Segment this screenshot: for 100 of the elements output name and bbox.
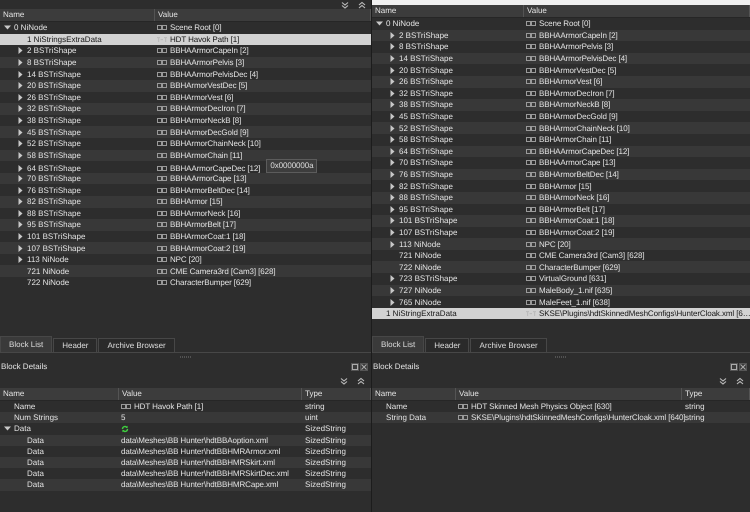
tree-row[interactable]: 70 BSTriShape BBHAArmorCape [13] [0,172,371,184]
tree-row[interactable]: 88 BSTriShape BBHArmorNeck [16] [372,192,750,204]
collapsed-arrow-icon[interactable] [389,217,396,224]
tab[interactable]: Header [53,338,98,352]
collapsed-arrow-icon[interactable] [389,66,396,74]
tree-row[interactable]: 8 BSTriShape BBHAArmorPelvis [3] [0,56,371,68]
collapsed-arrow-icon[interactable] [17,232,24,240]
tree-row[interactable]: 52 BSTriShape BBHArmorChainNeck [10] [0,138,371,150]
collapsed-arrow-icon[interactable] [389,136,396,144]
expand-all-icon[interactable] [719,376,727,384]
tree-row[interactable]: 727 NiNode MaleBody_1.nif [635] [372,284,750,296]
tree-row[interactable]: 26 BSTriShape BBHArmorVest [6] [0,92,371,104]
tree-row[interactable]: 101 BSTriShape BBHArmorCoat:1 [18] [372,215,750,227]
tree-row[interactable]: 45 BSTriShape BBHArmorDecGold [9] [0,126,371,138]
collapsed-arrow-icon[interactable] [389,194,396,202]
collapsed-arrow-icon[interactable] [389,43,396,50]
tree-row[interactable]: 20 BSTriShape BBHArmorVestDec [5] [372,64,750,76]
collapsed-arrow-icon[interactable] [17,244,24,252]
collapsed-arrow-icon[interactable] [17,128,24,136]
collapsed-arrow-icon[interactable] [389,171,396,178]
tree-row[interactable]: 722 NiNode CharacterBumper [629] [0,277,371,289]
tab[interactable]: Header [425,338,470,352]
tree-row[interactable]: 82 BSTriShape BBHArmor [15] [372,180,750,192]
collapsed-arrow-icon[interactable] [17,82,24,90]
tree-row[interactable]: 14 BSTriShape BBHAArmorPelvisDec [4] [372,52,750,64]
float-button[interactable] [351,362,359,370]
collapsed-arrow-icon[interactable] [17,221,24,228]
tree-row[interactable]: 64 BSTriShape BBHAArmorCapeDec [12] [372,146,750,158]
tree-row[interactable]: 38 BSTriShape BBHArmorNeckB [8] [372,99,750,111]
tree-row[interactable]: 76 BSTriShape BBHArmorBeltDec [14] [372,168,750,180]
tree-row[interactable]: String Data SKSE\Plugins\hdtSkinnedMeshConfigs\HunterCloak.xml [640]string [372,412,750,424]
column-header[interactable]: Name [372,388,456,400]
splitter-handle-icon[interactable] [178,356,192,358]
tree-row[interactable]: 722 NiNode CharacterBumper [629] [372,261,750,274]
tree-row[interactable]: 0 NiNode Scene Root [0] [372,18,750,30]
tree-row[interactable]: 52 BSTriShape BBHArmorChainNeck [10] [372,122,750,134]
collapsed-arrow-icon[interactable] [389,90,396,97]
collapsed-arrow-icon[interactable] [17,152,24,159]
tree-row[interactable]: 723 BSTriShape VirtualGround [631] [372,273,750,285]
collapsed-arrow-icon[interactable] [17,175,24,182]
tab[interactable]: Block List [0,336,52,352]
tree-row[interactable]: Data data\Meshes\BB Hunter\hdtBBHMRSkirt.xml SizedString [0,456,371,468]
tree-row[interactable]: Data data\Meshes\BB Hunter\hdtBBAoption.xml SizedString [0,434,371,446]
column-header[interactable]: Value [456,388,682,400]
tree-row[interactable]: 107 BSTriShape BBHArmorCoat:2 [19] [372,226,750,238]
collapse-all-icon[interactable] [357,376,365,384]
collapsed-arrow-icon[interactable] [389,206,396,213]
float-button[interactable] [730,362,738,370]
tree-row[interactable]: Name HDT Skinned Mesh Physics Object [630] string [372,401,750,412]
tree-row[interactable]: 2 BSTriShape BBHAArmorCapeIn [2] [0,45,371,57]
expanded-arrow-icon[interactable] [4,24,11,32]
collapsed-arrow-icon[interactable] [389,148,396,155]
tree-row[interactable]: 2 BSTriShape BBHAArmorCapeIn [2] [372,30,750,42]
tree-row[interactable]: 8 BSTriShape BBHAArmorPelvis [3] [372,41,750,53]
collapsed-arrow-icon[interactable] [17,105,24,112]
tree-row[interactable]: Num Strings 5 uint [0,412,371,424]
tree-row[interactable]: 721 NiNode CME Camera3rd [Cam3] [628] [372,250,750,262]
collapsed-arrow-icon[interactable] [389,124,396,132]
tab[interactable]: Archive Browser [98,338,175,352]
tree-row[interactable]: 1 NiStringExtraData SKSE\Plugins\hdtSkinnedMeshConfigs\HunterCloak.xml [6… [372,308,750,320]
collapsed-arrow-icon[interactable] [17,117,24,124]
collapsed-arrow-icon[interactable] [389,286,396,294]
tab[interactable]: Archive Browser [470,338,547,352]
tree-row[interactable]: 107 BSTriShape BBHArmorCoat:2 [19] [0,242,371,254]
collapsed-arrow-icon[interactable] [17,59,24,66]
tree-row[interactable]: 76 BSTriShape BBHArmorBeltDec [14] [0,184,371,196]
column-header[interactable]: Name [372,5,524,17]
collapsed-arrow-icon[interactable] [389,182,396,190]
collapsed-arrow-icon[interactable] [389,55,396,62]
collapsed-arrow-icon[interactable] [389,113,396,120]
tree-row[interactable]: Data SizedString [0,423,371,435]
collapsed-arrow-icon[interactable] [17,70,24,78]
tree-row[interactable]: 88 BSTriShape BBHArmorNeck [16] [0,208,371,220]
collapsed-arrow-icon[interactable] [17,164,24,172]
tab[interactable]: Block List [372,336,424,352]
expand-all-icon[interactable] [341,1,349,9]
collapsed-arrow-icon[interactable] [389,240,396,248]
tree-row[interactable]: 20 BSTriShape BBHArmorVestDec [5] [0,80,371,92]
tree-row[interactable]: 58 BSTriShape BBHArmorChain [11] [0,150,371,162]
collapse-all-icon[interactable] [736,376,744,384]
tree-row[interactable]: 70 BSTriShape BBHAArmorCape [13] [372,157,750,169]
collapsed-arrow-icon[interactable] [389,159,396,166]
collapsed-arrow-icon[interactable] [389,32,396,39]
column-header[interactable]: Name [0,388,119,400]
tree-row[interactable]: 32 BSTriShape BBHArmorDecIron [7] [372,88,750,100]
tree-row[interactable]: Data data\Meshes\BB Hunter\hdtBBHMRArmor.xml SizedString [0,446,371,457]
tree-row[interactable]: 113 NiNode NPC [20] [0,254,371,266]
collapsed-arrow-icon[interactable] [17,198,24,206]
collapsed-arrow-icon[interactable] [17,256,24,264]
collapsed-arrow-icon[interactable] [17,140,24,148]
close-button[interactable] [360,362,368,370]
tree-row[interactable]: 765 NiNode MaleFeet_1.nif [638] [372,296,750,308]
collapse-all-icon[interactable] [358,1,366,9]
column-header[interactable]: Name [0,9,155,21]
collapsed-arrow-icon[interactable] [17,186,24,194]
expand-all-icon[interactable] [340,376,348,384]
tree-row[interactable]: 58 BSTriShape BBHArmorChain [11] [372,134,750,146]
tree-row[interactable]: 721 NiNode CME Camera3rd [Cam3] [628] [0,265,371,278]
column-header[interactable]: Value [524,5,750,17]
tree-row[interactable]: 1 NiStringsExtraData HDT Havok Path [1] [0,34,371,46]
